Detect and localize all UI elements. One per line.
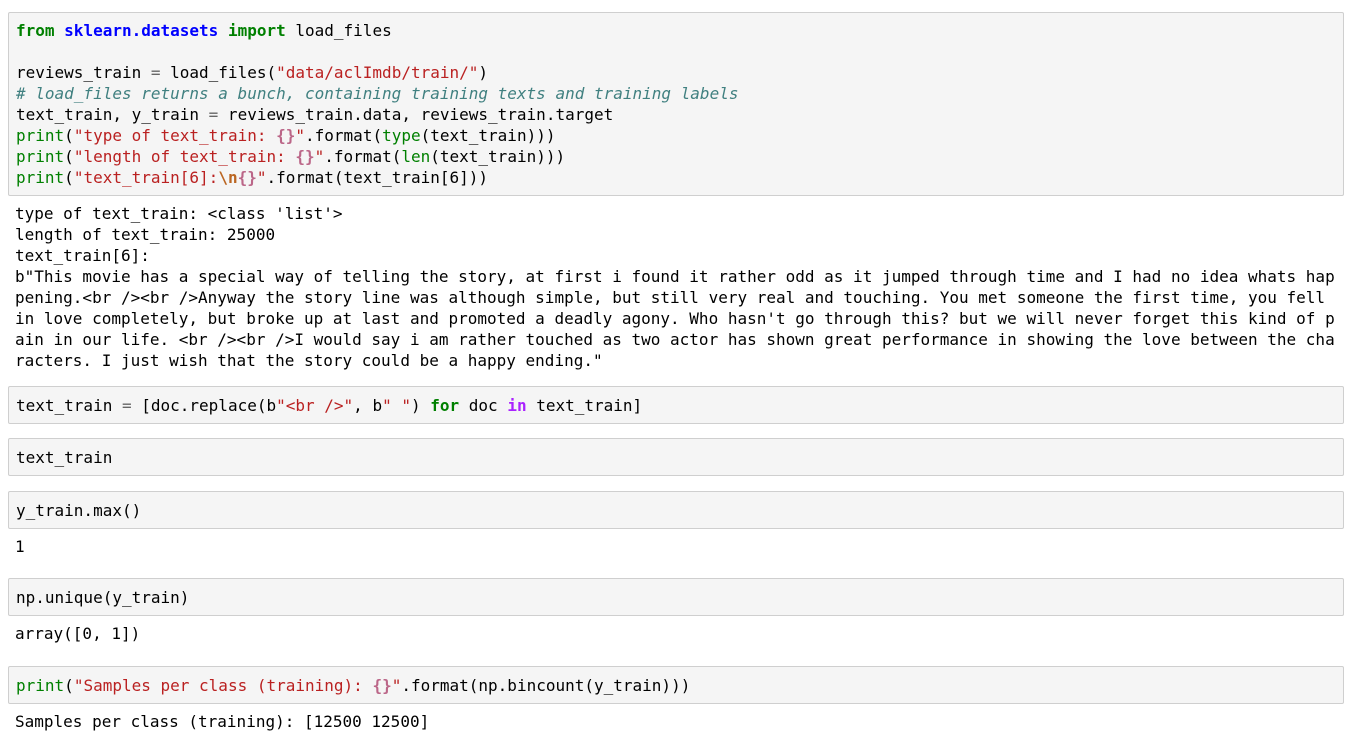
builtin-print: print [16,168,65,187]
code-cell-replace-br[interactable]: text_train = [doc.replace(b"<br />", b" … [8,386,1344,424]
output-line: length of text_train: 25000 [15,225,276,244]
code-token: ) [410,396,431,415]
code-line-reviews-train: reviews_train = load_files("data/aclImdb… [16,62,488,83]
builtin-type: type [382,126,421,145]
code-token: reviews_train.data, reviews_train.target [218,105,614,124]
output-bincount: Samples per class (training): [12500 125… [15,712,430,731]
code-token: reviews_train [16,63,151,82]
output-line: b"This movie has a special way of tellin… [15,267,1335,286]
module-name: sklearn.datasets [64,21,219,40]
code-cell-text-train[interactable]: text_train [8,438,1344,476]
code-token: , b [353,396,383,415]
code-line-import: from sklearn.datasets import load_files [16,20,392,41]
string-literal: "length of text_train: [73,147,296,166]
string-literal: " [391,676,402,695]
code-token: .format( [324,147,402,166]
code-token: text_train [16,396,122,415]
code-line-text-train: text_train [16,448,113,467]
output-line: type of text_train: <class 'list'> [15,204,343,223]
string-literal: "text_train[6]: [73,168,219,187]
code-token: ) [478,63,489,82]
keyword-import: import [227,21,286,40]
code-line-np-unique: np.unique(y_train) [16,588,190,607]
string-literal: "<br />" [276,396,354,415]
keyword-from: from [16,21,55,40]
code-token: text_train, y_train [16,105,209,124]
output-line: in love completely, but broke up at last… [15,309,1335,328]
string-interpolation: {} [295,147,315,166]
code-line-y-train-max: y_train.max() [16,501,142,520]
code-token: text_train] [526,396,643,415]
string-literal: " " [382,396,411,415]
operator: = [121,396,132,415]
builtin-print: print [16,126,65,145]
code-line-print-sample: print("text_train[6]:\n{}".format(text_t… [16,167,488,188]
code-cell-y-train-max[interactable]: y_train.max() [8,491,1344,529]
string-literal: "type of text_train: [73,126,277,145]
code-token: [doc.replace(b [131,396,277,415]
operator: = [208,105,219,124]
code-token: load_files( [160,63,277,82]
output-y-train-max: 1 [15,537,25,556]
string-interpolation: {} [276,126,296,145]
string-literal: "data/aclImdb/train/" [276,63,479,82]
code-line-replace: text_train = [doc.replace(b"<br />", b" … [16,395,642,416]
string-escape: \n [218,168,238,187]
keyword-for: for [430,396,460,415]
builtin-print: print [16,676,65,695]
code-token: .format(np.bincount(y_train))) [401,676,691,695]
code-line-print-type: print("type of text_train: {}".format(ty… [16,125,555,146]
string-literal: " [314,147,325,166]
code-token: ( [64,126,74,145]
builtin-len: len [401,147,431,166]
string-interpolation: {} [237,168,257,187]
code-line-assign: text_train, y_train = reviews_train.data… [16,104,613,125]
output-line: racters. I just wish that the story coul… [15,351,603,370]
code-token: ( [64,676,74,695]
code-token: ( [64,147,74,166]
code-line-print-length: print("length of text_train: {}".format(… [16,146,565,167]
code-token: doc [459,396,508,415]
import-name: load_files [295,21,392,40]
output-line: text_train[6]: [15,246,150,265]
code-token: .format( [305,126,383,145]
keyword-in: in [507,396,527,415]
code-cell-load-files[interactable]: from sklearn.datasets import load_files … [8,12,1344,196]
code-line-comment: # load_files returns a bunch, containing… [16,83,738,104]
code-cell-np-unique[interactable]: np.unique(y_train) [8,578,1344,616]
output-line: pening.<br /><br />Anyway the story line… [15,288,1326,307]
output-np-unique: array([0, 1]) [15,624,141,643]
code-cell-bincount[interactable]: print("Samples per class (training): {}"… [8,666,1344,704]
code-token: .format(text_train[6])) [266,168,489,187]
builtin-print: print [16,147,65,166]
code-line-bincount: print("Samples per class (training): {}"… [16,675,690,696]
code-token: (text_train))) [430,147,566,166]
string-literal: "Samples per class (training): [73,676,373,695]
output-line: ain in our life. <br /><br />I would say… [15,330,1335,349]
code-token: ( [64,168,74,187]
code-token: (text_train))) [420,126,556,145]
string-literal: " [295,126,306,145]
operator: = [150,63,161,82]
string-interpolation: {} [372,676,392,695]
code-comment: # load_files returns a bunch, containing… [16,84,739,103]
